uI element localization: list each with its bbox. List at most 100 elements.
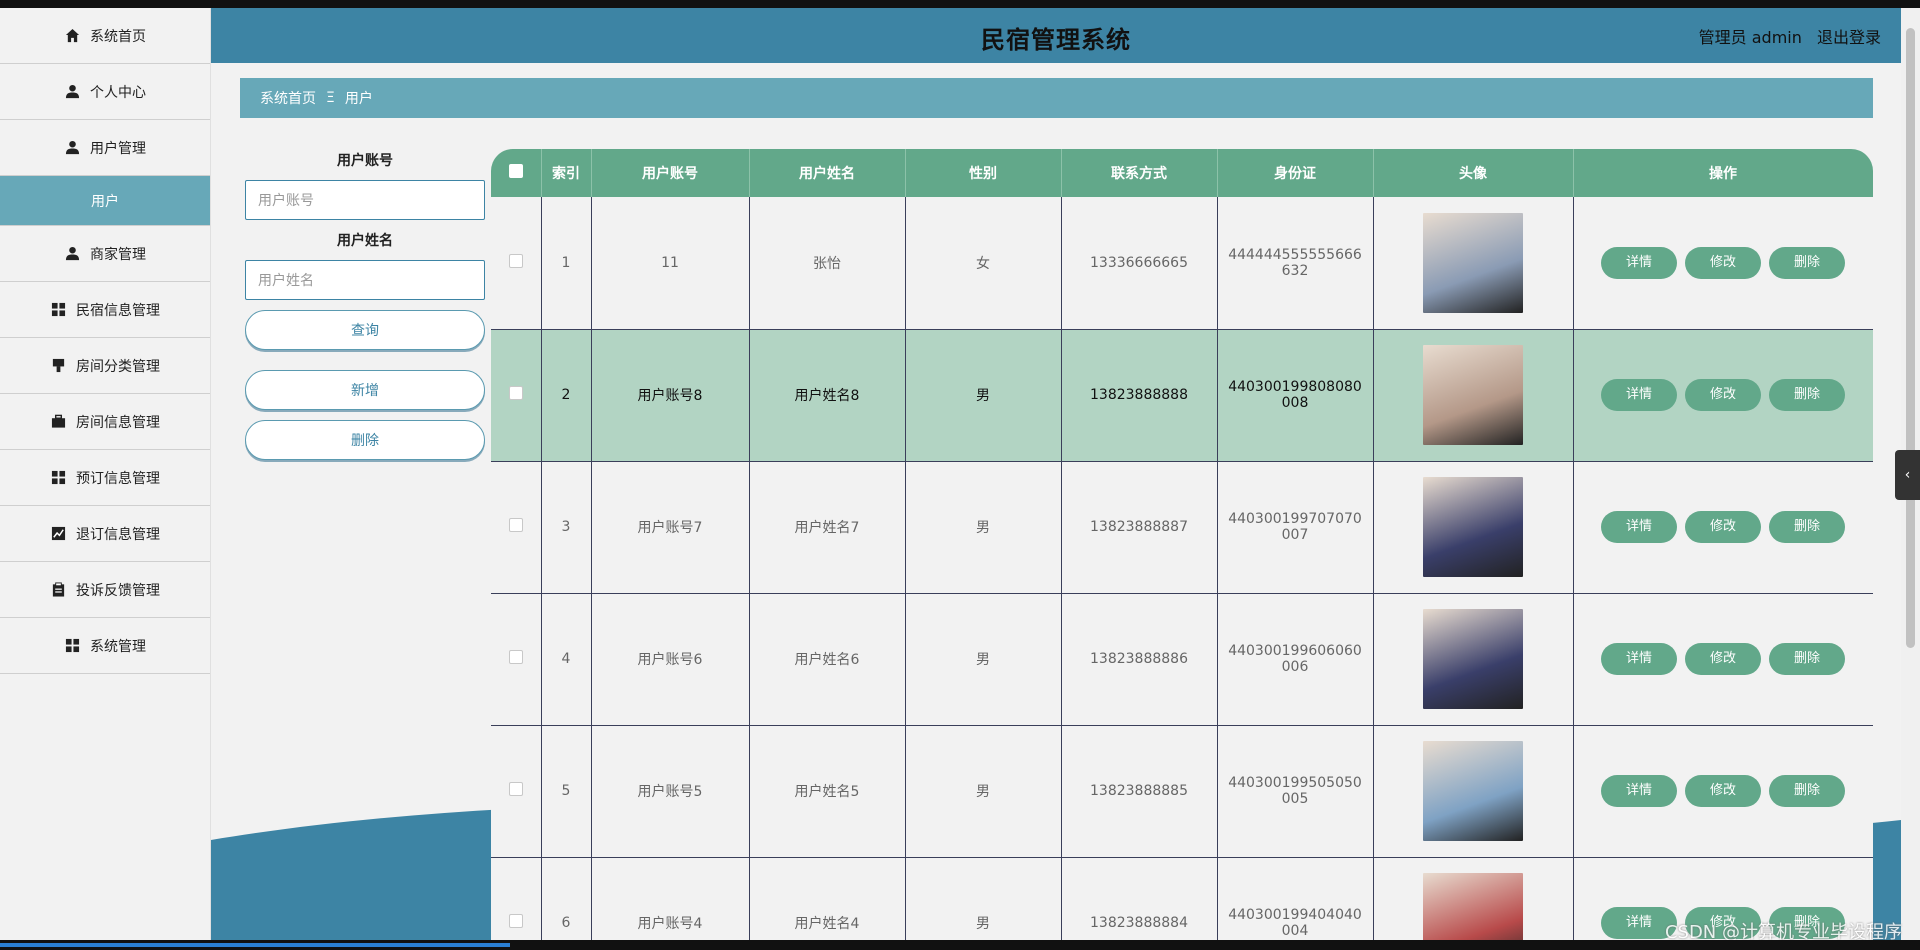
row-select-cell [491,725,542,857]
edit-button[interactable]: 修改 [1685,511,1761,543]
delete-row-button[interactable]: 删除 [1769,643,1845,675]
row-checkbox[interactable] [508,650,523,664]
row-select-cell [491,461,542,593]
cell-account: 用户账号7 [591,461,750,593]
sidebar-item[interactable]: 系统首页 [0,8,210,64]
flag-icon [50,358,66,374]
sidebar-item-label: 民宿信息管理 [76,302,160,319]
scrollbar-thumb[interactable] [1906,28,1915,648]
sidebar-item-label: 房间分类管理 [76,358,160,375]
sidebar-item[interactable]: 民宿信息管理 [0,282,210,338]
chevron-left-icon: ‹ [1904,467,1911,483]
sidebar-item[interactable]: 商家管理 [0,226,210,282]
home-icon [64,28,80,44]
column-header[interactable]: 身份证 [1217,149,1374,197]
detail-button[interactable]: 详情 [1601,775,1677,807]
collapse-tab[interactable]: ‹ [1895,450,1920,500]
breadcrumb-current: 用户 [344,91,373,107]
avatar-cell [1373,857,1574,940]
edit-button[interactable]: 修改 [1685,643,1761,675]
sidebar-item-label: 预订信息管理 [76,470,160,487]
window-bottom-bar [0,940,1920,950]
cell-id-card: 440300199606060006 [1217,593,1374,725]
cell-gender: 男 [905,593,1062,725]
column-header[interactable]: 联系方式 [1061,149,1218,197]
detail-button[interactable]: 详情 [1601,643,1677,675]
sidebar-item[interactable]: 个人中心 [0,64,210,120]
select-all-checkbox[interactable] [508,164,523,178]
row-checkbox[interactable] [508,253,523,268]
column-header[interactable]: 头像 [1373,149,1574,197]
delete-row-button[interactable]: 删除 [1769,511,1845,543]
cell-phone: 13823888888 [1061,329,1218,461]
sidebar-item[interactable]: 房间分类管理 [0,338,210,394]
sidebar-item[interactable]: 系统管理 [0,618,210,674]
detail-button[interactable]: 详情 [1601,246,1677,279]
sidebar-item[interactable]: 用户 [0,176,210,226]
edit-button[interactable]: 修改 [1685,379,1761,411]
delete-row-button[interactable]: 删除 [1769,775,1845,807]
user-icon [64,140,80,156]
cell-name: 用户姓名7 [749,461,906,593]
row-select-cell [491,197,542,329]
add-button[interactable]: 新增 [245,370,485,410]
row-select-cell [491,329,542,461]
delete-row-button[interactable]: 删除 [1769,246,1845,279]
edit-button[interactable]: 修改 [1685,246,1761,279]
sidebar-item-label: 投诉反馈管理 [76,582,160,599]
breadcrumb-home[interactable]: 系统首页 [260,88,316,108]
avatar [1423,477,1523,577]
avatar-cell [1373,329,1574,461]
grid-icon [64,638,80,654]
table-row[interactable]: 4 用户账号6 用户姓名6 男 13823888886 44030019960606000… [491,593,1873,725]
actions-cell: 详情 修改 删除 [1573,329,1873,461]
query-button[interactable]: 查询 [245,310,485,350]
sidebar: 系统首页 个人中心 用户管理 用户商家管理民宿信息管理 房间分类管理房间信息管理预订信息… [0,8,211,940]
cell-phone: 13823888886 [1061,593,1218,725]
cell-phone: 13336666665 [1061,197,1218,329]
sidebar-item[interactable]: 用户管理 [0,120,210,176]
cell-gender: 男 [905,461,1062,593]
column-header[interactable]: 操作 [1573,149,1873,197]
table-row[interactable]: 2 用户账号8 用户姓名8 男 13823888888 44030019980808000… [491,329,1873,461]
avatar-cell [1373,461,1574,593]
edit-button[interactable]: 修改 [1685,775,1761,807]
table-row[interactable]: 1 11 张怡女 13336666665 444444555555666632 详情 修改删… [491,197,1873,329]
sidebar-item[interactable]: 预订信息管理 [0,450,210,506]
table-row[interactable]: 3 用户账号7 用户姓名7 男 13823888887 44030019970707000… [491,461,1873,593]
row-checkbox[interactable] [508,518,523,532]
delete-button[interactable]: 删除 [245,420,485,460]
actions-cell: 详情 修改 删除 [1573,197,1873,329]
user-table: 索引 用户账号 用户姓名 性别 联系方式 身份证 头像 操作 1 11 张怡女 133… [491,149,1873,940]
sidebar-item[interactable]: 投诉反馈管理 [0,562,210,618]
row-checkbox[interactable] [508,386,523,400]
column-header[interactable]: 用户账号 [591,149,750,197]
briefcase-icon [50,414,66,430]
column-header[interactable]: 性别 [905,149,1062,197]
table-row[interactable]: 5 用户账号5 用户姓名5 男 13823888885 44030019950505000… [491,725,1873,857]
video-progress-bar[interactable] [0,943,510,947]
cell-id-card: 440300199808080008 [1217,329,1374,461]
column-header[interactable]: 用户姓名 [749,149,906,197]
cell-account: 用户账号5 [591,725,750,857]
name-search-input[interactable]: 用户姓名 [245,260,485,300]
sidebar-item[interactable]: 退订信息管理 [0,506,210,562]
cell-phone: 13823888884 [1061,857,1218,940]
account-search-input[interactable]: 用户账号 [245,180,485,220]
detail-button[interactable]: 详情 [1601,511,1677,543]
cell-index: 3 [541,461,592,593]
delete-row-button[interactable]: 删除 [1769,379,1845,411]
admin-label: 管理员 admin [1698,28,1802,47]
select-all-header [491,149,542,197]
column-header[interactable]: 索引 [541,149,592,197]
sidebar-item-label: 商家管理 [90,246,146,263]
cell-id-card: 440300199707070007 [1217,461,1374,593]
sidebar-item[interactable]: 房间信息管理 [0,394,210,450]
row-checkbox[interactable] [508,782,523,796]
row-checkbox[interactable] [508,914,523,928]
row-select-cell [491,593,542,725]
logout-link[interactable]: 退出登录 [1817,28,1881,47]
sidebar-item-label: 系统管理 [90,638,146,655]
actions-cell: 详情 修改 删除 [1573,461,1873,593]
detail-button[interactable]: 详情 [1601,379,1677,411]
